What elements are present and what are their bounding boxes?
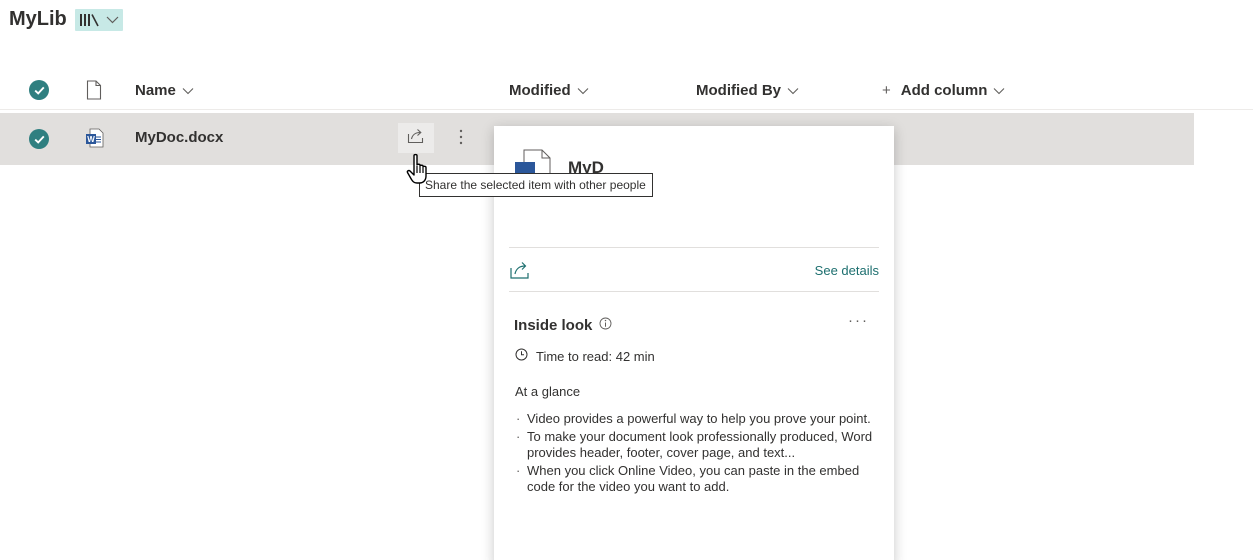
share-tooltip: Share the selected item with other peopl… [419,173,653,197]
column-header-name-label: Name [135,81,176,99]
inside-look-title: Inside look [514,317,593,334]
list-item: When you click Online Video, you can pas… [515,463,890,496]
share-icon[interactable] [509,260,531,285]
select-all-checkbox[interactable] [29,80,49,100]
word-doc-icon: W [85,128,105,153]
tooltip-text: Share the selected item with other peopl… [425,178,646,192]
column-header-row: Name Modified Modified By + Add column [0,70,1253,110]
add-column-label: Add column [900,81,988,99]
column-header-modified-label: Modified [509,81,571,99]
chevron-down-icon [787,82,799,99]
inside-look-more-button[interactable]: ··· [848,312,869,329]
plus-icon: + [882,81,891,99]
see-details-link[interactable]: See details [815,263,879,278]
library-title: MyLib [9,8,67,30]
info-icon[interactable] [599,317,612,334]
chevron-down-icon [106,16,119,24]
at-a-glance-heading: At a glance [515,384,581,399]
column-header-modified-by-label: Modified By [696,81,781,99]
time-to-read-label: Time to read: 42 min [536,348,655,364]
hand-pointer-cursor-icon [404,152,440,193]
more-options-button[interactable] [452,125,470,151]
list-item: Video provides a powerful way to help yo… [515,411,890,428]
chevron-down-icon [577,82,589,99]
divider [509,247,879,248]
column-header-name[interactable]: Name [135,70,194,110]
library-header: MyLib [9,8,123,31]
share-button[interactable] [398,123,434,153]
column-header-modified[interactable]: Modified [509,70,589,110]
time-to-read: Time to read: 42 min [515,348,655,364]
row-select-checkbox[interactable] [29,129,49,149]
glance-list: Video provides a powerful way to help yo… [515,411,890,497]
chevron-down-icon [993,82,1005,99]
list-item: To make your document look professionall… [515,429,890,462]
column-header-modified-by[interactable]: Modified By [696,70,799,110]
file-type-header-icon[interactable] [86,80,102,105]
add-column-button[interactable]: + Add column [882,70,1005,110]
chevron-down-icon [182,82,194,99]
svg-text:W: W [87,135,95,144]
share-icon [407,128,425,149]
library-icon [79,13,101,27]
inside-look-heading: Inside look [514,317,612,334]
vertical-ellipsis-icon [459,129,463,148]
file-name-link[interactable]: MyDoc.docx [135,129,223,146]
clock-icon [515,348,528,364]
divider [509,291,879,292]
view-switcher-button[interactable] [74,8,123,31]
